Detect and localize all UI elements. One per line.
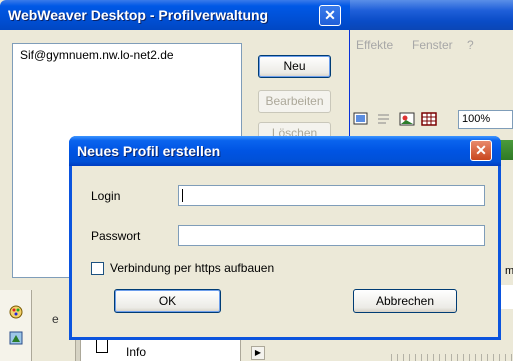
palette-icon[interactable]	[8, 304, 24, 320]
frame-icon[interactable]	[352, 110, 370, 128]
new-profile-dialog: Neues Profil erstellen ✕ Login Passwort …	[69, 136, 501, 340]
profile-manager-title: WebWeaver Desktop - Profilverwaltung	[8, 7, 269, 23]
new-profile-titlebar[interactable]: Neues Profil erstellen ✕	[69, 136, 501, 166]
login-label: Login	[91, 189, 121, 203]
image-icon-graphic	[399, 112, 415, 126]
text-list-icon-graphic	[378, 114, 389, 124]
profile-list-item[interactable]: Sif@gymnuem.nw.lo-net2.de	[20, 48, 174, 62]
ok-button[interactable]: OK	[114, 289, 221, 313]
background-app-titlebar	[350, 0, 513, 30]
https-checkbox-label[interactable]: Verbindung per https aufbauen	[110, 261, 274, 275]
password-label: Passwort	[91, 229, 141, 243]
desktop-stage: Effekte Fenster ? 100% ma	[0, 0, 513, 361]
scroll-right-arrow-icon[interactable]: ▶	[251, 346, 265, 360]
bottom-ruler	[391, 354, 513, 361]
background-toolbar: 100%	[340, 108, 513, 134]
profile-manager-titlebar[interactable]: WebWeaver Desktop - Profilverwaltung ✕	[0, 0, 350, 30]
text-list-icon[interactable]	[375, 110, 393, 128]
left-fragment-text: e	[52, 312, 59, 326]
login-input[interactable]	[178, 185, 485, 206]
password-input[interactable]	[178, 225, 485, 246]
profile-manager-close-button[interactable]: ✕	[319, 5, 341, 26]
menu-help[interactable]: ?	[467, 38, 474, 52]
menu-fenster[interactable]: Fenster	[412, 38, 453, 52]
list-item-info[interactable]: Info	[126, 345, 146, 359]
new-profile-title: Neues Profil erstellen	[77, 143, 221, 159]
layers-icon[interactable]	[8, 330, 24, 346]
layers-icon-graphic	[9, 331, 23, 345]
image-icon[interactable]	[398, 110, 416, 128]
cancel-button[interactable]: Abbrechen	[353, 289, 457, 313]
zoom-level-field[interactable]: 100%	[458, 110, 513, 129]
right-combo-box[interactable]	[500, 285, 513, 309]
edit-profile-button[interactable]: Bearbeiten	[258, 90, 331, 113]
new-profile-button[interactable]: Neu	[258, 55, 331, 78]
https-checkbox[interactable]	[91, 262, 104, 275]
frame-icon-graphic	[353, 112, 368, 125]
new-profile-close-button[interactable]: ✕	[470, 140, 492, 161]
palette-icon-graphic	[9, 305, 23, 319]
side-label-text: ma	[505, 265, 513, 277]
table-icon-graphic	[421, 112, 437, 126]
background-app-menubar: Effekte Fenster ?	[350, 30, 513, 60]
table-icon[interactable]	[420, 110, 438, 128]
menu-effekte[interactable]: Effekte	[356, 38, 393, 52]
text-caret	[182, 189, 183, 202]
